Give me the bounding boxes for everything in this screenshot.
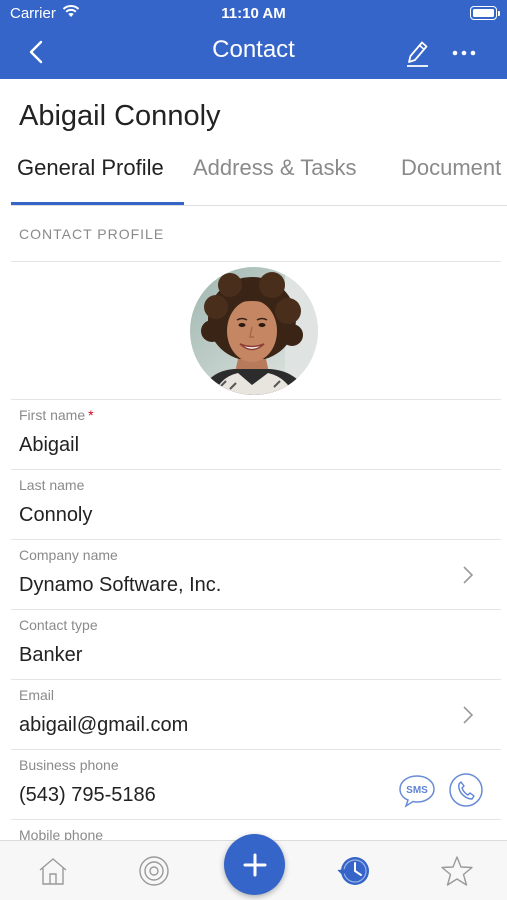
divider (11, 469, 501, 470)
first-name-label: First name * (19, 407, 94, 423)
chevron-right-icon (463, 706, 474, 724)
tabbar-favorites[interactable] (439, 853, 475, 889)
navigation-bar: Carrier 11:10 AM Contact (0, 0, 507, 79)
email-label: Email (19, 687, 55, 703)
chevron-right-icon (463, 566, 474, 584)
avatar[interactable] (190, 267, 318, 395)
tabbar-history[interactable] (336, 853, 372, 889)
history-icon (337, 857, 369, 885)
edit-icon (407, 41, 428, 67)
business-phone-field[interactable]: (543) 795-5186 (19, 784, 156, 807)
business-phone-label: Business phone (19, 757, 119, 773)
company-chevron-button[interactable] (460, 564, 476, 586)
divider (11, 539, 501, 540)
status-bar: Carrier 11:10 AM (0, 0, 507, 28)
sms-button[interactable]: SMS (398, 773, 436, 809)
sms-icon: SMS (399, 775, 435, 808)
section-heading: CONTACT PROFILE (19, 226, 165, 242)
call-button[interactable] (448, 772, 484, 808)
tab-address-tasks[interactable]: Address & Tasks (193, 155, 356, 181)
status-time: 11:10 AM (221, 5, 286, 22)
tabbar-home[interactable] (35, 853, 71, 889)
more-icon (452, 50, 476, 56)
last-name-field[interactable]: Connoly (19, 504, 92, 527)
tab-documents[interactable]: Document (401, 155, 501, 181)
divider (11, 609, 501, 610)
edit-button[interactable] (400, 36, 434, 70)
contact-type-label: Contact type (19, 617, 98, 633)
contact-type-field[interactable]: Banker (19, 644, 82, 667)
last-name-label: Last name (19, 477, 85, 493)
email-chevron-button[interactable] (460, 704, 476, 726)
company-name-field[interactable]: Dynamo Software, Inc. (19, 574, 221, 597)
tabs-divider (11, 205, 507, 206)
email-field[interactable]: abigail@gmail.com (19, 714, 188, 737)
divider (11, 261, 501, 262)
more-button[interactable] (446, 36, 482, 70)
divider (11, 399, 501, 400)
contact-name: Abigail Connoly (19, 100, 221, 132)
tab-strip: General Profile Address & Tasks Document (0, 150, 507, 206)
tabbar-target[interactable] (136, 853, 172, 889)
svg-text:SMS: SMS (406, 785, 428, 796)
tab-general-profile[interactable]: General Profile (17, 155, 164, 181)
add-button[interactable] (224, 834, 285, 895)
home-icon (39, 858, 67, 885)
phone-icon (449, 773, 483, 807)
company-name-label: Company name (19, 547, 118, 563)
target-icon (139, 856, 169, 886)
required-marker: * (88, 407, 94, 423)
star-icon (441, 856, 473, 886)
plus-icon (243, 853, 266, 876)
battery-icon (470, 6, 500, 20)
divider (11, 679, 501, 680)
first-name-field[interactable]: Abigail (19, 434, 79, 457)
divider (11, 819, 501, 820)
divider (11, 749, 501, 750)
